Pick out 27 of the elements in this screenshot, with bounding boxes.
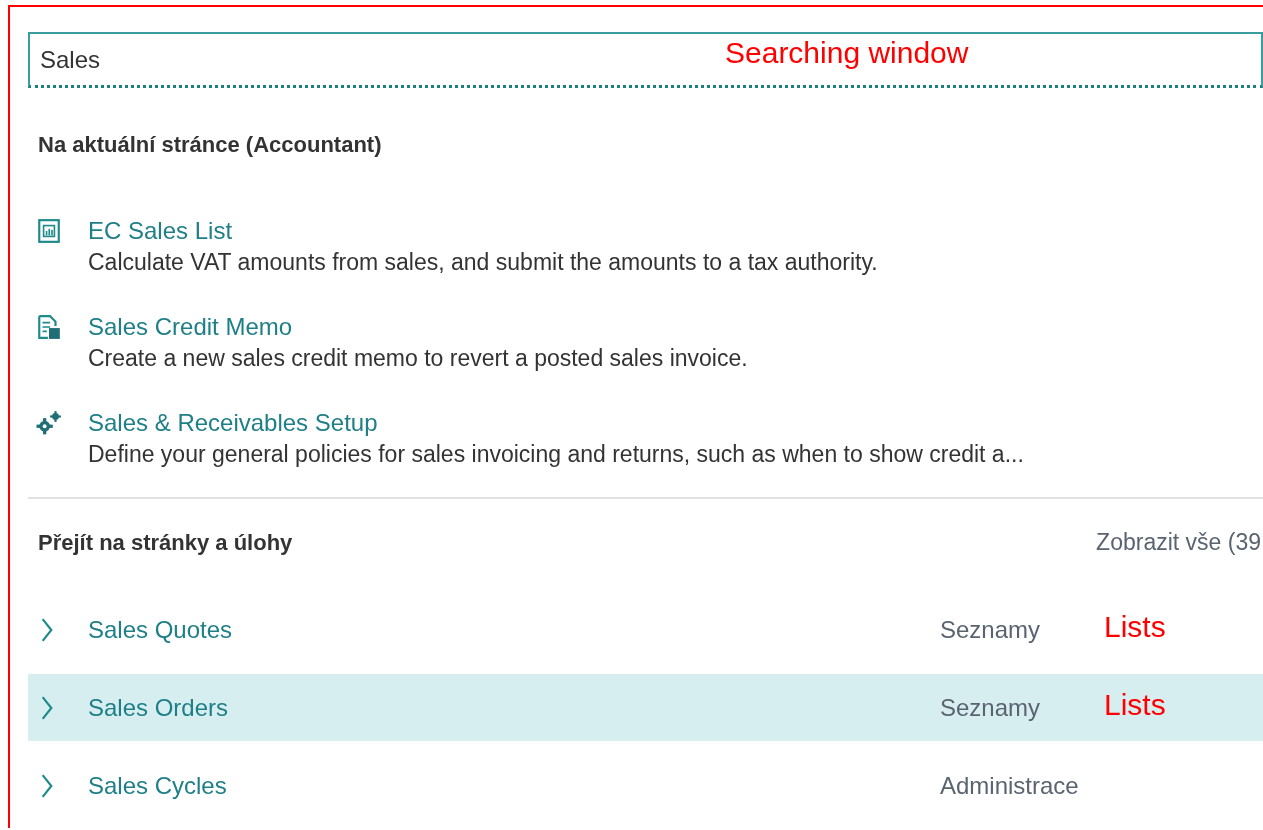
action-link[interactable]: Sales Credit Memo <box>88 312 748 342</box>
gears-icon <box>36 410 62 436</box>
row-category: Seznamy <box>940 615 1041 644</box>
annotation-label: Lists <box>1104 610 1166 644</box>
action-link[interactable]: EC Sales List <box>88 216 878 246</box>
action-description: Calculate VAT amounts from sales, and submit the amounts to a tax authority. <box>88 248 878 277</box>
action-description: Define your general policies for sales invoicing and returns, such as when to show credit a... <box>88 440 1024 469</box>
result-row[interactable]: Sales Quotes Seznamy Lists <box>28 596 1263 663</box>
document-icon <box>36 314 62 340</box>
section-heading: Na aktuální stránce (Accountant) <box>37 132 383 158</box>
action-description: Create a new sales credit memo to revert a posted sales invoice. <box>88 344 748 373</box>
row-title: Sales Orders <box>88 693 230 722</box>
result-row[interactable]: Sales Cycles Administrace <box>28 752 1263 819</box>
annotation-label: Lists <box>1104 688 1166 722</box>
annotation-label: Searching window <box>725 36 969 70</box>
result-row[interactable]: Sales Orders Seznamy Lists <box>28 674 1263 741</box>
section-heading: Přejít na stránky a úlohy <box>37 530 293 556</box>
row-category: Administrace <box>940 771 1079 800</box>
chevron-icon <box>40 772 54 799</box>
chevron-icon <box>40 616 54 643</box>
row-title: Sales Quotes <box>88 615 234 644</box>
show-all-link[interactable]: Zobrazit vše (39 <box>1096 529 1261 556</box>
row-title: Sales Cycles <box>88 771 228 800</box>
row-category: Seznamy <box>940 693 1041 722</box>
action-link[interactable]: Sales & Receivables Setup <box>88 408 1024 438</box>
report-icon <box>36 218 62 244</box>
chevron-icon <box>40 694 54 721</box>
